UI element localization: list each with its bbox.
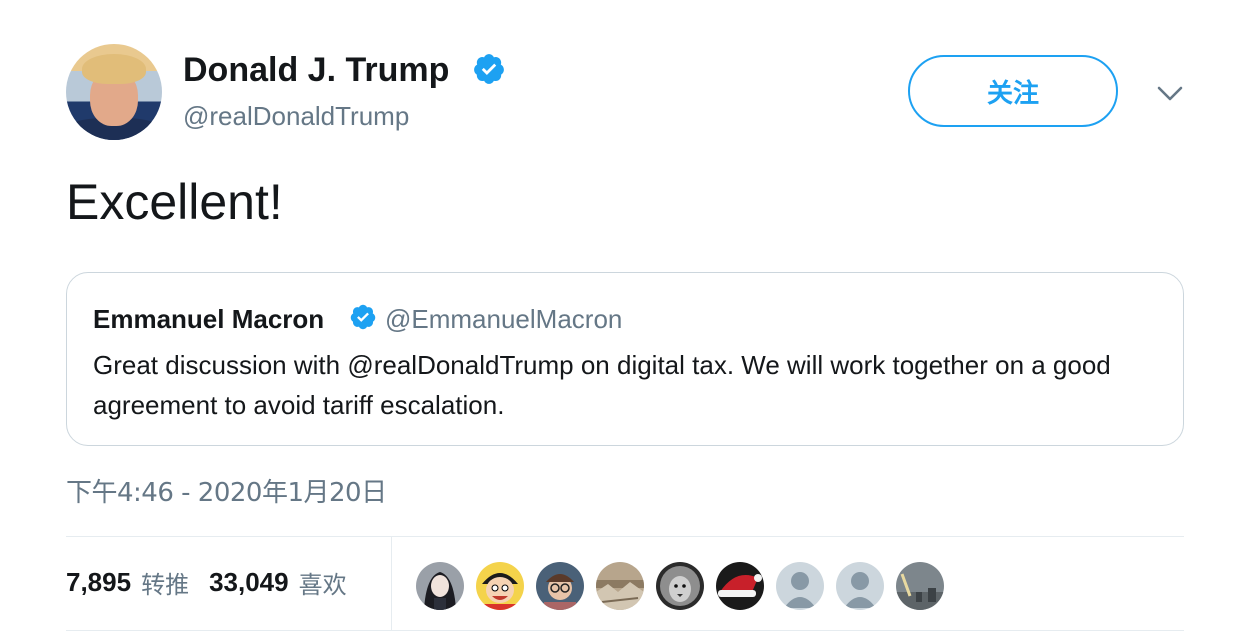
author-avatar[interactable] bbox=[66, 44, 162, 140]
tweet-text: Excellent! bbox=[66, 174, 283, 230]
author-handle[interactable]: @realDonaldTrump bbox=[183, 100, 409, 132]
avatar-anime-girl-icon[interactable] bbox=[414, 560, 466, 612]
avatar-person-glasses-icon[interactable] bbox=[534, 560, 586, 612]
verified-badge-icon bbox=[474, 54, 504, 84]
quoted-tweet-text: Great discussion with @realDonaldTrump o… bbox=[93, 350, 1111, 420]
chevron-down-icon[interactable] bbox=[1156, 82, 1184, 106]
quoted-author-name: Emmanuel Macron bbox=[93, 304, 325, 334]
avatar-lion-icon[interactable] bbox=[654, 560, 706, 612]
follow-button[interactable]: 关注 bbox=[908, 55, 1118, 127]
divider bbox=[66, 536, 1184, 537]
avatar-hair bbox=[82, 54, 146, 84]
likes-count: 33,049 bbox=[209, 566, 289, 597]
tweet-timestamp[interactable]: 下午4:46 - 2020年1月20日 bbox=[66, 476, 387, 510]
avatar-photo-city-icon[interactable] bbox=[894, 560, 946, 612]
author-name[interactable]: Donald J. Trump bbox=[183, 50, 449, 90]
avatar-default-icon[interactable] bbox=[834, 560, 886, 612]
quoted-tweet-card[interactable]: Emmanuel Macron @EmmanuelMacron Great di… bbox=[66, 272, 1184, 446]
avatar-anime-boy-icon[interactable] bbox=[474, 560, 526, 612]
quoted-author-handle: @EmmanuelMacron bbox=[385, 304, 623, 334]
avatar-photo-landscape-icon[interactable] bbox=[594, 560, 646, 612]
tweet-stats: 7,895 转推 33,049 喜欢 bbox=[66, 564, 367, 600]
retweets-count: 7,895 bbox=[66, 566, 132, 597]
divider bbox=[66, 630, 1184, 631]
avatar-santa-hat-icon[interactable] bbox=[714, 560, 766, 612]
likers-avatars bbox=[414, 560, 946, 612]
likes-label: 喜欢 bbox=[298, 570, 347, 599]
avatar-default-icon[interactable] bbox=[774, 560, 826, 612]
retweets-stat[interactable]: 7,895 转推 bbox=[66, 565, 189, 600]
divider bbox=[391, 537, 392, 630]
likes-stat[interactable]: 33,049 喜欢 bbox=[209, 565, 347, 600]
verified-badge-icon bbox=[350, 304, 376, 330]
retweets-label: 转推 bbox=[141, 570, 190, 599]
